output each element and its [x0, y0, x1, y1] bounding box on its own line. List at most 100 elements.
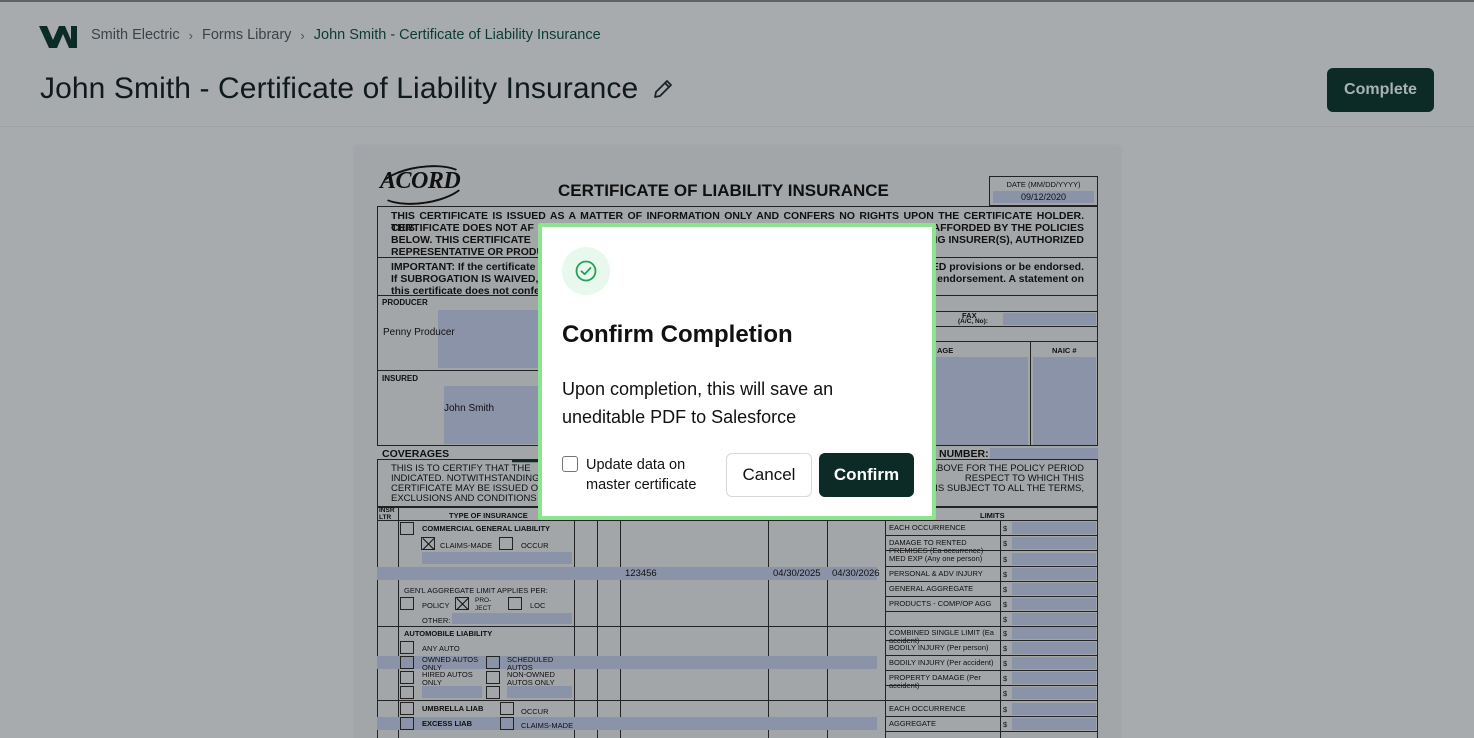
dollar-sign: $ — [1003, 659, 1008, 668]
limit-value-field[interactable] — [1012, 583, 1096, 595]
producer-label: PRODUCER — [382, 298, 428, 307]
pencil-edit-icon[interactable] — [652, 78, 674, 100]
limit-value-field[interactable] — [1012, 703, 1096, 715]
nonowned-autos-checkbox[interactable] — [486, 671, 500, 684]
dollar-sign: $ — [1003, 555, 1008, 564]
limit-row-label: EACH OCCURRENCE — [889, 523, 966, 532]
certify-line: IS SUBJECT TO ALL THE TERMS, — [935, 483, 1084, 494]
limit-value-field[interactable] — [1012, 568, 1096, 580]
occur-checkbox[interactable] — [499, 537, 513, 550]
policy-checkbox[interactable] — [400, 597, 414, 610]
company-logo-icon[interactable] — [39, 24, 77, 48]
dollar-sign: $ — [1003, 644, 1008, 653]
umbrella-occur-label: OCCUR — [521, 707, 549, 716]
divider — [398, 507, 399, 738]
date-field[interactable]: 09/12/2020 — [993, 191, 1094, 203]
fax-sublabel: (A/C, No): — [958, 318, 988, 325]
important-line: endorsement. A statement on — [937, 273, 1084, 285]
dollar-sign: $ — [1003, 705, 1008, 714]
divider — [885, 685, 1098, 686]
date-box: DATE (MM/DD/YYYY) 09/12/2020 — [989, 176, 1098, 206]
limit-value-field[interactable] — [1012, 657, 1096, 669]
page-title: John Smith - Certificate of Liability In… — [40, 72, 639, 105]
umbrella-claims-label: CLAIMS-MADE — [521, 721, 574, 730]
limit-row-label: GENERAL AGGREGATE — [889, 584, 974, 593]
divider — [885, 566, 1098, 567]
divider — [885, 731, 1098, 732]
limit-row-label: PERSONAL & ADV INJURY — [889, 569, 983, 578]
limit-value-field[interactable] — [1012, 627, 1096, 639]
chevron-right-icon: › — [300, 27, 305, 43]
limit-value-field[interactable] — [1012, 687, 1096, 699]
update-master-checkbox[interactable] — [562, 456, 578, 472]
expiration-date: 04/30/2026 — [832, 568, 880, 579]
auto-other2-checkbox[interactable] — [486, 686, 500, 699]
divider — [885, 535, 1098, 536]
loc-label: LOC — [530, 601, 546, 610]
divider — [935, 326, 1098, 327]
nonowned-autos-label: NON-OWNED AUTOS ONLY — [507, 670, 555, 687]
dollar-sign: $ — [1003, 629, 1008, 638]
scheduled-autos-checkbox[interactable] — [486, 656, 500, 669]
cancel-button[interactable]: Cancel — [726, 453, 812, 497]
divider — [885, 507, 886, 738]
breadcrumb-item-forms-library[interactable]: Forms Library — [202, 27, 291, 43]
breadcrumb-item-company[interactable]: Smith Electric — [91, 27, 180, 43]
auto-other2-field[interactable] — [507, 686, 572, 698]
divider — [885, 581, 1098, 582]
aggregate-applies-label: GEN'L AGGREGATE LIMIT APPLIES PER: — [404, 586, 548, 595]
auto-other-checkbox[interactable] — [400, 686, 414, 699]
update-master-label[interactable]: Update data on master certificate — [586, 455, 716, 495]
limit-value-field[interactable] — [1012, 553, 1096, 565]
other-field[interactable] — [452, 613, 572, 624]
limit-value-field[interactable] — [1012, 537, 1096, 549]
producer-field-bg[interactable] — [438, 310, 538, 368]
limit-value-field[interactable] — [1012, 522, 1096, 534]
certify-line: EXCLUSIONS AND CONDITIONS O — [391, 493, 547, 504]
dollar-sign: $ — [1003, 539, 1008, 548]
claims-made-checkbox[interactable] — [421, 537, 435, 550]
cgl-other-field[interactable] — [422, 552, 572, 564]
excess-checkbox[interactable] — [400, 717, 414, 730]
limit-row-label: COMBINED SINGLE LIMIT (Ea accident) — [889, 628, 994, 645]
owned-autos-checkbox[interactable] — [400, 656, 414, 669]
limit-row-label: DAMAGE TO RENTED PREMISES (Ea occurrence… — [889, 538, 984, 555]
effective-date: 04/30/2025 — [773, 568, 821, 579]
producer-value: Penny Producer — [383, 327, 455, 338]
limit-value-field[interactable] — [1012, 613, 1096, 625]
insured-field-bg[interactable] — [444, 386, 544, 444]
any-auto-checkbox[interactable] — [400, 641, 414, 654]
confirm-button[interactable]: Confirm — [819, 453, 914, 497]
umbrella-checkbox[interactable] — [400, 702, 414, 715]
scheduled-autos-label: SCHEDULED AUTOS — [507, 655, 554, 672]
limit-value-field[interactable] — [1012, 672, 1096, 684]
umbrella-claims-checkbox[interactable] — [500, 717, 514, 730]
occur-label: OCCUR — [521, 541, 549, 550]
fax-field[interactable] — [1003, 313, 1096, 325]
loc-checkbox[interactable] — [508, 597, 522, 610]
dollar-sign: $ — [1003, 689, 1008, 698]
naic-field[interactable] — [1033, 357, 1096, 445]
auto-other-field[interactable] — [422, 686, 482, 698]
certificate-number-field[interactable] — [990, 448, 1098, 459]
dollar-sign: $ — [1003, 674, 1008, 683]
success-icon-badge — [562, 247, 610, 295]
divider — [768, 507, 769, 738]
insurer-field[interactable] — [935, 357, 1028, 445]
complete-button[interactable]: Complete — [1327, 68, 1434, 112]
limit-value-field[interactable] — [1012, 642, 1096, 654]
hired-autos-label: HIRED AUTOS ONLY — [422, 670, 473, 687]
project-checkbox[interactable] — [455, 597, 469, 610]
hired-autos-checkbox[interactable] — [400, 671, 414, 684]
naic-label: NAIC # — [1052, 346, 1077, 355]
owned-autos-label: OWNED AUTOS ONLY — [422, 655, 479, 672]
cgl-checkbox[interactable] — [400, 522, 414, 535]
breadcrumb: Smith Electric › Forms Library › John Sm… — [91, 27, 601, 43]
document-title: CERTIFICATE OF LIABILITY INSURANCE — [558, 181, 889, 200]
divider — [597, 507, 598, 738]
divider — [935, 341, 1098, 342]
limit-value-field[interactable] — [1012, 598, 1096, 610]
divider — [620, 507, 621, 738]
limit-value-field[interactable] — [1012, 718, 1096, 730]
umbrella-occur-checkbox[interactable] — [500, 702, 514, 715]
